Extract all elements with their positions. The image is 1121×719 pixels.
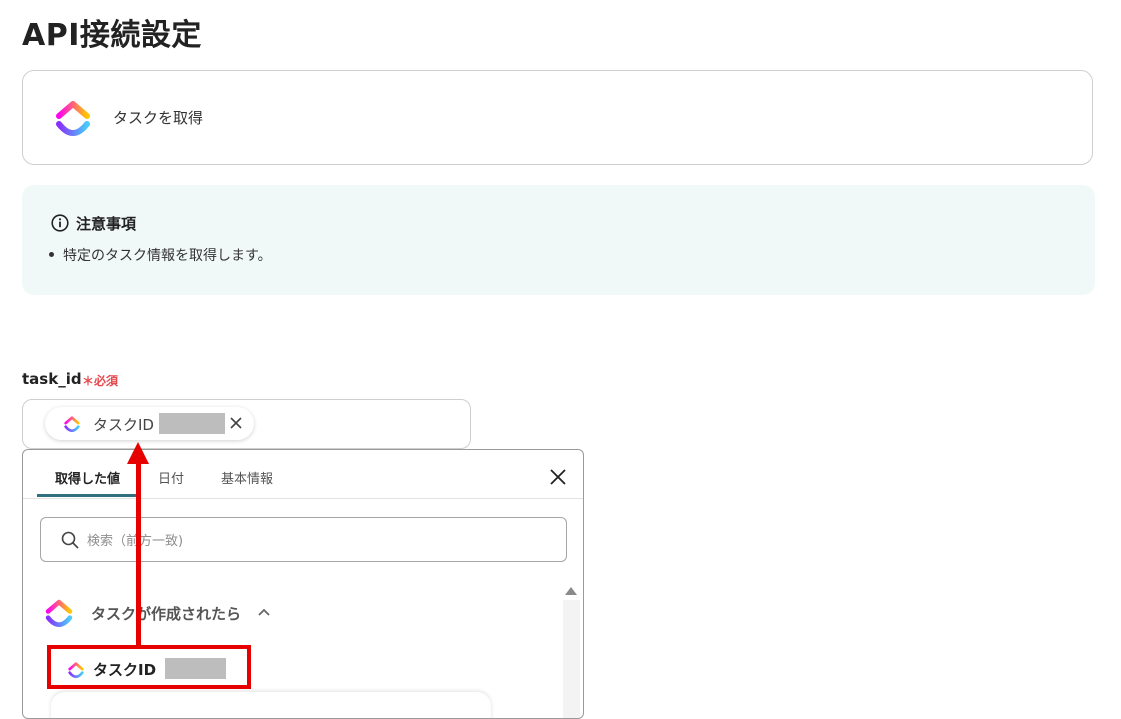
app-action-label: タスクを取得: [113, 109, 204, 127]
annotation-highlight-box: [47, 645, 251, 689]
masked-value: [159, 413, 225, 434]
chevron-up-icon: [258, 608, 270, 616]
close-icon[interactable]: [229, 416, 243, 430]
active-tab-indicator: [37, 494, 137, 497]
scrollbar-track[interactable]: [563, 600, 580, 718]
value-chip-task-id[interactable]: タスクID: [45, 407, 254, 440]
info-icon: [51, 214, 69, 232]
notice-panel: 注意事項 特定のタスク情報を取得します。: [22, 185, 1095, 295]
group-row-task-created[interactable]: タスクが作成されたら: [23, 595, 563, 631]
annotation-arrow-line: [136, 462, 141, 647]
notice-bullet: 特定のタスク情報を取得します。: [47, 245, 272, 265]
tab-divider: [23, 498, 583, 499]
scroll-up-arrow[interactable]: [565, 587, 577, 595]
app-card: タスクを取得: [22, 70, 1093, 165]
search-input[interactable]: [85, 528, 549, 554]
close-icon[interactable]: [549, 468, 567, 486]
group-label: タスクが作成されたら: [91, 605, 242, 623]
tab-acquired-values[interactable]: 取得した値: [55, 468, 120, 487]
clickup-logo-icon: [64, 416, 80, 433]
clickup-logo-icon: [56, 101, 90, 136]
clickup-logo-icon: [45, 599, 73, 627]
tab-date[interactable]: 日付: [158, 468, 184, 487]
page-title: API接続設定: [22, 18, 202, 53]
field-label-task-id: task_id: [22, 370, 82, 388]
list-item[interactable]: [51, 692, 491, 718]
notice-title: 注意事項: [76, 215, 137, 233]
search-icon: [61, 531, 79, 549]
chip-label: タスクID: [93, 416, 154, 434]
annotation-arrow-head: [127, 442, 149, 464]
tab-basic-info[interactable]: 基本情報: [221, 468, 273, 487]
required-badge: ＊必須: [82, 374, 119, 388]
search-field[interactable]: [40, 517, 567, 562]
